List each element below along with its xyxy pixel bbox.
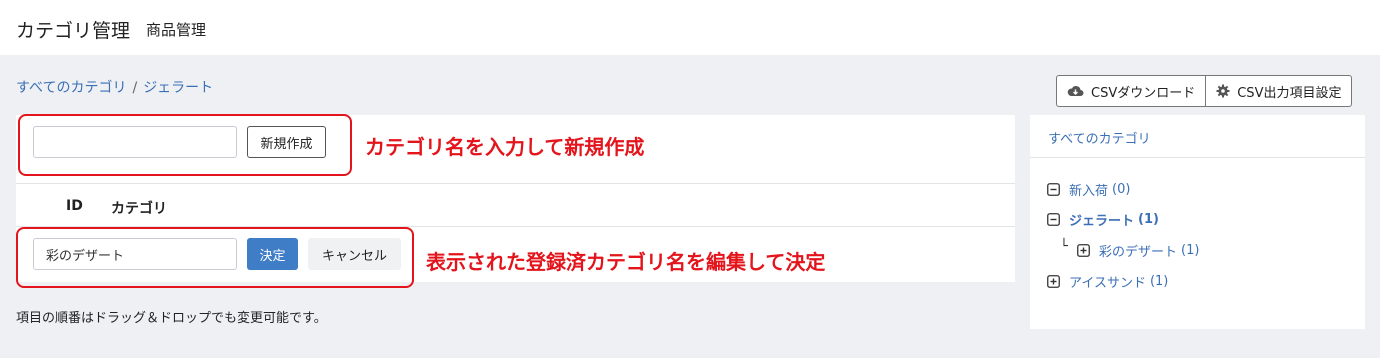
- minus-square-icon[interactable]: [1047, 213, 1060, 226]
- page-subtitle: 商品管理: [146, 21, 207, 39]
- breadcrumb-separator: /: [132, 80, 138, 96]
- reorder-note: 項目の順番はドラッグ＆ドロップでも変更可能です。: [16, 311, 327, 326]
- top-bar: カテゴリ管理 商品管理: [0, 0, 1380, 55]
- minus-square-icon[interactable]: [1047, 183, 1060, 196]
- tree-item-label: ジェラート: [1069, 214, 1135, 229]
- all-categories-link[interactable]: すべてのカテゴリ: [1048, 128, 1151, 147]
- page-title: カテゴリ管理: [16, 20, 131, 42]
- new-category-highlight: [18, 114, 352, 176]
- tree-item-count: (1): [1181, 243, 1200, 258]
- csv-button-group: CSVダウンロード CSV出力項目設定: [1056, 75, 1353, 107]
- csv-download-button[interactable]: CSVダウンロード: [1057, 76, 1205, 106]
- tree-item-count: (1): [1149, 274, 1169, 289]
- tree-item-label: 新入荷: [1069, 184, 1109, 199]
- tree-elbow-connector: └: [1060, 239, 1068, 254]
- tree-item-count: (0): [1112, 182, 1131, 197]
- breadcrumb-current-link[interactable]: ジェラート: [143, 80, 213, 96]
- csv-download-label: CSVダウンロード: [1091, 85, 1196, 101]
- tree-item-ice-sandwich[interactable]: アイスサンド (1): [1047, 272, 1168, 291]
- new-category-annotation: カテゴリ名を入力して新規作成: [365, 135, 645, 159]
- csv-settings-label: CSV出力項目設定: [1237, 85, 1342, 101]
- tree-item-new-arrival[interactable]: 新入荷 (0): [1047, 180, 1130, 199]
- column-header-id: ID: [66, 198, 83, 214]
- plus-square-icon[interactable]: [1077, 244, 1090, 257]
- edit-category-highlight: [16, 227, 414, 288]
- edit-category-annotation: 表示された登録済カテゴリ名を編集して決定: [426, 250, 826, 274]
- tree-item-count: (1): [1138, 212, 1159, 227]
- tree-item-label: 彩のデザート: [1099, 245, 1178, 260]
- gear-icon: [1216, 84, 1230, 98]
- column-header-category: カテゴリ: [111, 201, 167, 217]
- plus-square-icon[interactable]: [1047, 275, 1060, 288]
- table-header: ID カテゴリ: [16, 184, 1015, 227]
- cloud-download-icon: [1067, 86, 1084, 96]
- category-tree-header: すべてのカテゴリ: [1030, 115, 1365, 158]
- tree-item-label: アイスサンド: [1069, 276, 1146, 291]
- csv-settings-button[interactable]: CSV出力項目設定: [1205, 76, 1351, 106]
- category-tree-panel: すべてのカテゴリ 新入荷 (0) ジェラート (1) └ 彩のデザート (1) アイス…: [1030, 115, 1365, 329]
- tree-item-gelato[interactable]: ジェラート (1): [1047, 210, 1159, 229]
- breadcrumb: すべてのカテゴリ / ジェラート: [16, 77, 213, 97]
- tree-item-irodori-dessert[interactable]: 彩のデザート (1): [1077, 241, 1199, 260]
- breadcrumb-root-link[interactable]: すべてのカテゴリ: [16, 80, 126, 96]
